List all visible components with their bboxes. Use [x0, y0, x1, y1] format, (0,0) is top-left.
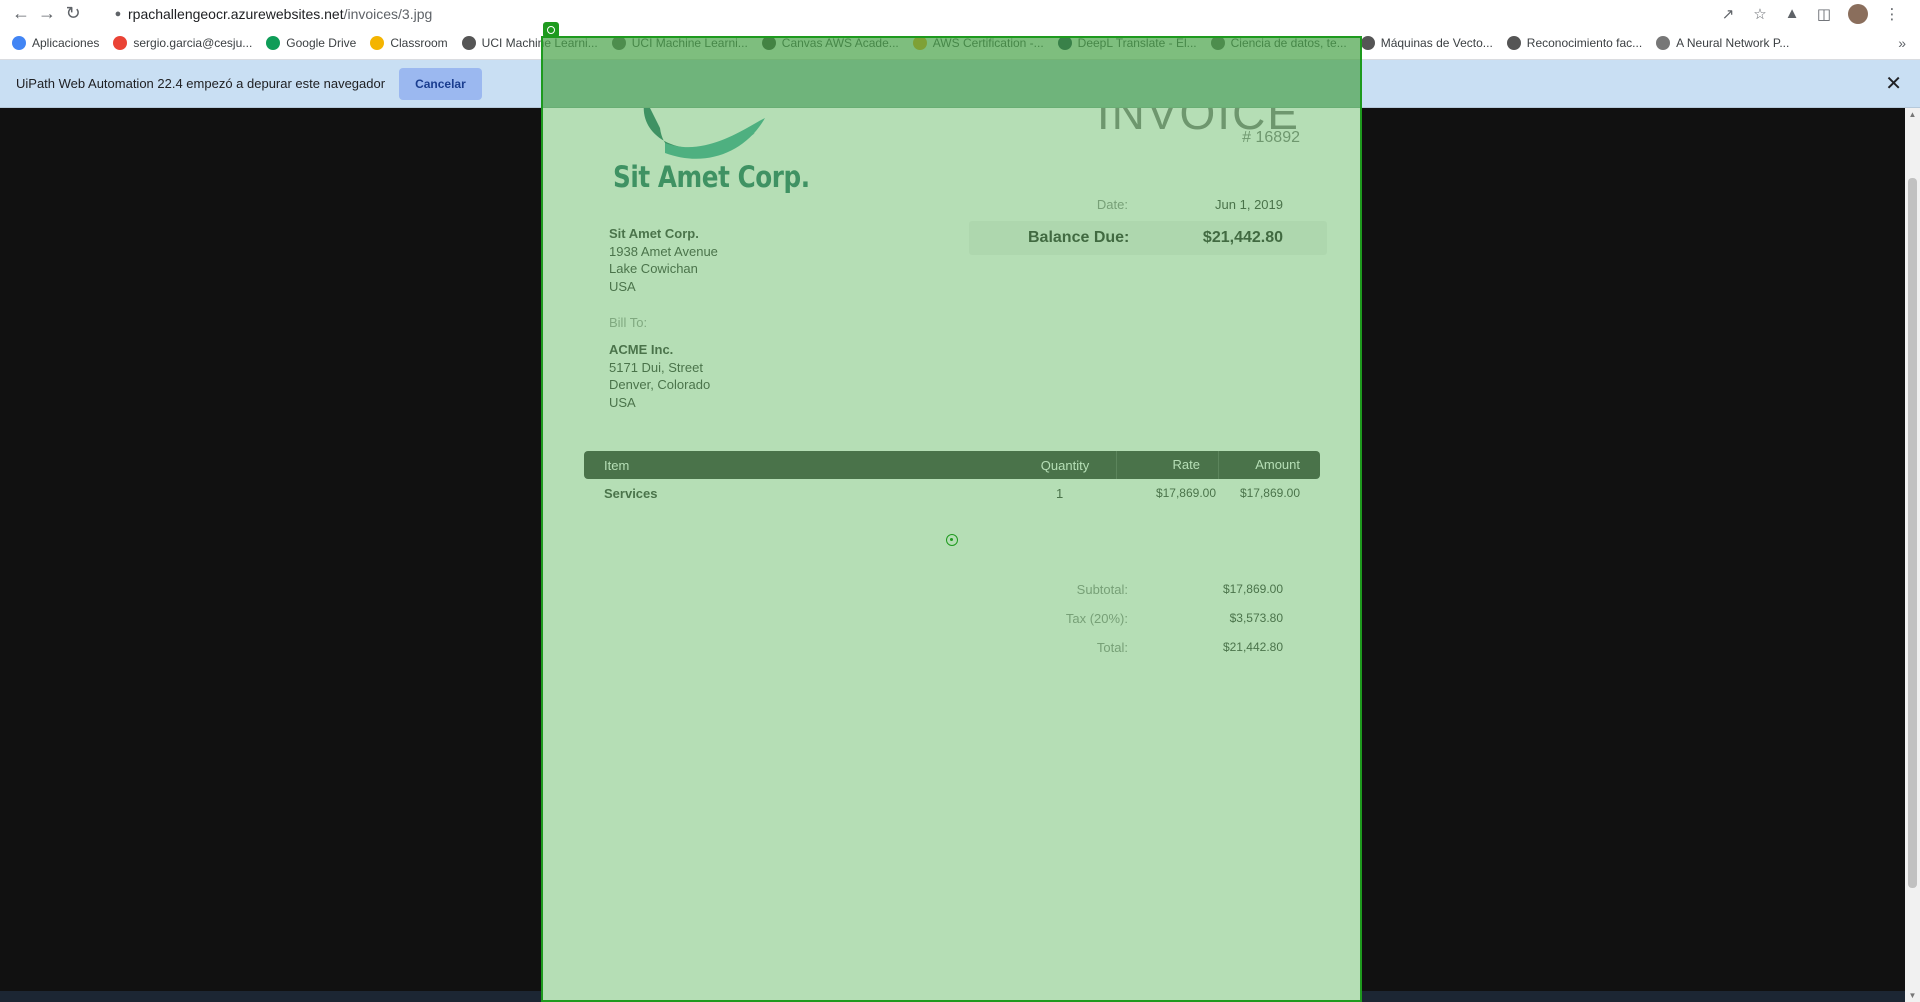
- bookmark-item[interactable]: Classroom: [370, 36, 448, 50]
- gmail-icon: [113, 36, 128, 50]
- profile-avatar[interactable]: [1848, 3, 1868, 24]
- bookmark-label: Aplicaciones: [32, 36, 100, 50]
- extensions-puzzle-icon[interactable]: ▲: [1776, 5, 1808, 22]
- forward-arrow-icon[interactable]: →: [34, 2, 60, 26]
- side-panel-icon[interactable]: ◫: [1808, 5, 1840, 23]
- bookmark-item[interactable]: Reconocimiento fac...: [1506, 36, 1643, 50]
- back-arrow-icon[interactable]: ←: [8, 2, 34, 26]
- element-selection-overlay[interactable]: [541, 36, 1362, 1002]
- bookmark-item[interactable]: A Neural Network P...: [1656, 36, 1789, 50]
- bookmark-item[interactable]: Aplicaciones: [12, 36, 99, 50]
- close-infobar-icon[interactable]: ✕: [1885, 71, 1902, 96]
- selection-overlay-header: [543, 38, 1360, 108]
- bookmark-item[interactable]: Máquinas de Vecto...: [1360, 36, 1493, 50]
- bookmark-item[interactable]: sergio.garcia@cesju...: [113, 36, 252, 50]
- bookmark-label: Reconocimiento fac...: [1526, 36, 1643, 50]
- scrollbar-thumb[interactable]: [1908, 178, 1917, 888]
- infobar-message: UiPath Web Automation 22.4 empezó a depu…: [16, 76, 386, 91]
- scroll-up-arrow-icon[interactable]: ▲: [1905, 110, 1920, 119]
- crosshair-icon: [946, 534, 958, 546]
- bookmark-label: Classroom: [390, 36, 448, 50]
- reload-icon[interactable]: ↻: [60, 2, 86, 26]
- selection-target-icon[interactable]: [543, 22, 559, 38]
- bookmark-label: Google Drive: [286, 36, 357, 50]
- globe-icon: [1360, 36, 1375, 50]
- scroll-down-arrow-icon[interactable]: ▼: [1905, 991, 1920, 1000]
- page-icon: [1656, 36, 1671, 50]
- globe-icon: [1506, 36, 1521, 50]
- bookmarks-overflow-icon[interactable]: »: [1898, 35, 1906, 51]
- lock-icon: ●: [114, 7, 122, 20]
- bookmark-label: A Neural Network P...: [1676, 36, 1790, 50]
- classroom-icon: [370, 36, 385, 50]
- google-drive-icon: [266, 36, 281, 50]
- url-path: /invoices/3.jpg: [343, 5, 433, 22]
- bookmark-label: sergio.garcia@cesju...: [133, 36, 253, 50]
- bookmark-label: Máquinas de Vecto...: [1380, 36, 1493, 50]
- uci-icon: [461, 36, 476, 50]
- bookmark-star-icon[interactable]: ☆: [1744, 5, 1776, 23]
- apps-grid-icon: [12, 36, 26, 50]
- address-bar: ← → ↻ ● rpachallengeocr.azurewebsites.ne…: [0, 0, 1920, 27]
- cancel-debug-button[interactable]: Cancelar: [399, 67, 482, 100]
- vertical-scrollbar[interactable]: ▲ ▼: [1905, 108, 1920, 1002]
- menu-kebab-icon[interactable]: ⋮: [1876, 5, 1908, 23]
- url-host: rpachallengeocr.azurewebsites.net: [128, 5, 344, 22]
- url-field[interactable]: ● rpachallengeocr.azurewebsites.net/invo…: [108, 2, 1708, 26]
- bookmark-item[interactable]: Google Drive: [266, 36, 356, 50]
- share-icon[interactable]: ↗: [1712, 5, 1744, 23]
